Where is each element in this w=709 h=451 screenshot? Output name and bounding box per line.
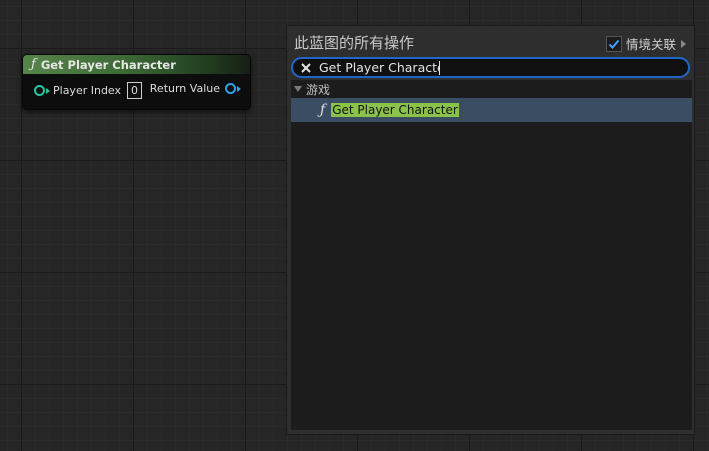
input-pin-arrow-icon bbox=[46, 87, 50, 94]
function-icon: ƒ bbox=[31, 57, 36, 72]
action-menu: 此蓝图的所有操作 情境关联 游戏 ƒ Get Player Character bbox=[286, 25, 695, 435]
player-index-field[interactable]: 0 bbox=[127, 82, 143, 99]
search-input[interactable] bbox=[319, 60, 439, 75]
function-icon: ƒ bbox=[320, 102, 326, 118]
output-pin-icon[interactable] bbox=[225, 83, 236, 94]
search-box[interactable] bbox=[291, 57, 690, 78]
output-pin-arrow-icon bbox=[237, 85, 241, 92]
input-pin-row: Player Index 0 bbox=[34, 82, 143, 99]
clear-search-icon[interactable] bbox=[299, 61, 313, 75]
list-item-label: Get Player Character bbox=[331, 103, 459, 117]
input-pin-icon[interactable] bbox=[34, 85, 45, 96]
action-list: 游戏 ƒ Get Player Character bbox=[291, 80, 692, 430]
category-label: 游戏 bbox=[306, 82, 331, 97]
output-pin-label: Return Value bbox=[149, 82, 220, 95]
menu-title: 此蓝图的所有操作 bbox=[294, 34, 415, 52]
collapse-triangle-icon[interactable] bbox=[294, 86, 302, 92]
node-title: Get Player Character bbox=[40, 57, 176, 72]
category-row[interactable]: 游戏 bbox=[291, 80, 692, 98]
checkmark-icon bbox=[608, 39, 620, 49]
output-pin-row: Return Value bbox=[150, 82, 241, 95]
blueprint-node[interactable]: ƒ Get Player Character Player Index 0 Re… bbox=[22, 54, 251, 110]
text-caret bbox=[439, 60, 440, 75]
context-checkbox[interactable] bbox=[605, 35, 622, 52]
node-header[interactable]: ƒ Get Player Character bbox=[23, 55, 250, 74]
context-sensitive-toggle[interactable]: 情境关联 bbox=[605, 34, 686, 53]
expand-arrow-icon[interactable] bbox=[681, 39, 686, 48]
input-pin-label: Player Index bbox=[53, 84, 122, 97]
list-item[interactable]: ƒ Get Player Character bbox=[291, 98, 692, 122]
context-label: 情境关联 bbox=[625, 37, 676, 52]
